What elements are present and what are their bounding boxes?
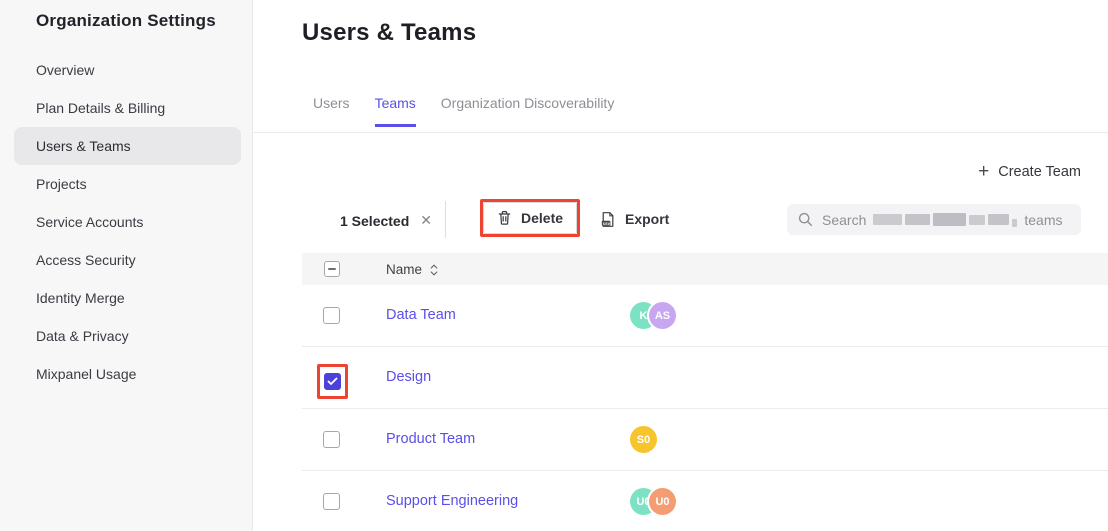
sidebar-item-service-accounts[interactable]: Service Accounts	[14, 203, 241, 241]
team-link-support-engineering[interactable]: Support Engineering	[386, 493, 518, 509]
row-checkbox-design[interactable]	[324, 373, 341, 390]
redacted-text	[873, 213, 1017, 227]
export-label: Export	[625, 211, 669, 227]
search-input[interactable]: Search teams	[787, 204, 1081, 235]
toolbar-divider	[445, 201, 446, 238]
team-link-data-team[interactable]: Data Team	[386, 307, 456, 323]
avatar: U0	[649, 488, 676, 515]
plus-icon: +	[978, 165, 989, 179]
csv-file-icon: csv	[600, 211, 616, 228]
export-button[interactable]: csv Export	[600, 204, 669, 234]
table-header: Name	[302, 253, 1108, 285]
table-row-support-engineering: Support Engineering U0 U0	[302, 471, 1108, 531]
row-checkbox-support-engineering[interactable]	[323, 493, 340, 510]
clear-selection-icon[interactable]: ✕	[420, 212, 432, 229]
app-root: Organization Settings Overview Plan Deta…	[0, 0, 1108, 531]
avatar-group: S0	[630, 426, 657, 453]
create-team-button[interactable]: + Create Team	[978, 164, 1081, 180]
page-title: Users & Teams	[302, 19, 476, 47]
sidebar: Organization Settings Overview Plan Deta…	[0, 0, 253, 531]
tab-teams[interactable]: Teams	[375, 95, 416, 127]
name-column-header[interactable]: Name	[386, 262, 438, 277]
table-row-design: Design	[302, 347, 1108, 409]
search-icon	[798, 212, 813, 227]
sidebar-nav: Overview Plan Details & Billing Users & …	[0, 51, 252, 393]
selected-count-label: 1 Selected	[340, 213, 409, 229]
team-link-product-team[interactable]: Product Team	[386, 431, 475, 447]
create-team-label: Create Team	[998, 164, 1081, 180]
tabs-divider	[254, 132, 1108, 133]
search-placeholder: Search teams	[822, 212, 1062, 228]
avatar-group: K AS	[630, 302, 676, 329]
sidebar-title: Organization Settings	[36, 11, 216, 31]
sidebar-item-mixpanel-usage[interactable]: Mixpanel Usage	[14, 355, 241, 393]
team-link-design[interactable]: Design	[386, 369, 431, 385]
sort-icon[interactable]	[430, 264, 438, 276]
select-all-checkbox[interactable]	[324, 261, 340, 277]
delete-button[interactable]: Delete	[483, 202, 577, 234]
table-row-data-team: Data Team K AS	[302, 285, 1108, 347]
avatar: AS	[649, 302, 676, 329]
avatar-group: U0 U0	[630, 488, 676, 515]
tab-users[interactable]: Users	[313, 95, 350, 127]
tab-organization-discoverability[interactable]: Organization Discoverability	[441, 95, 615, 127]
annotation-box-delete: Delete	[480, 199, 580, 237]
sidebar-item-plan-details-billing[interactable]: Plan Details & Billing	[14, 89, 241, 127]
sidebar-item-overview[interactable]: Overview	[14, 51, 241, 89]
tab-bar: Users Teams Organization Discoverability	[313, 95, 614, 127]
row-checkbox-data-team[interactable]	[323, 307, 340, 324]
avatar: S0	[630, 426, 657, 453]
delete-label: Delete	[521, 210, 563, 226]
selection-summary: 1 Selected ✕	[340, 212, 432, 229]
table-row-product-team: Product Team S0	[302, 409, 1108, 471]
sidebar-item-data-privacy[interactable]: Data & Privacy	[14, 317, 241, 355]
svg-text:csv: csv	[603, 220, 611, 225]
main-content: Users & Teams Users Teams Organization D…	[254, 0, 1108, 531]
sidebar-item-access-security[interactable]: Access Security	[14, 241, 241, 279]
teams-table: Name Data Team K AS	[302, 253, 1108, 531]
trash-icon	[497, 210, 512, 226]
annotation-box-checkbox	[317, 364, 348, 399]
row-checkbox-product-team[interactable]	[323, 431, 340, 448]
sidebar-item-users-teams[interactable]: Users & Teams	[14, 127, 241, 165]
sidebar-item-identity-merge[interactable]: Identity Merge	[14, 279, 241, 317]
sidebar-item-projects[interactable]: Projects	[14, 165, 241, 203]
